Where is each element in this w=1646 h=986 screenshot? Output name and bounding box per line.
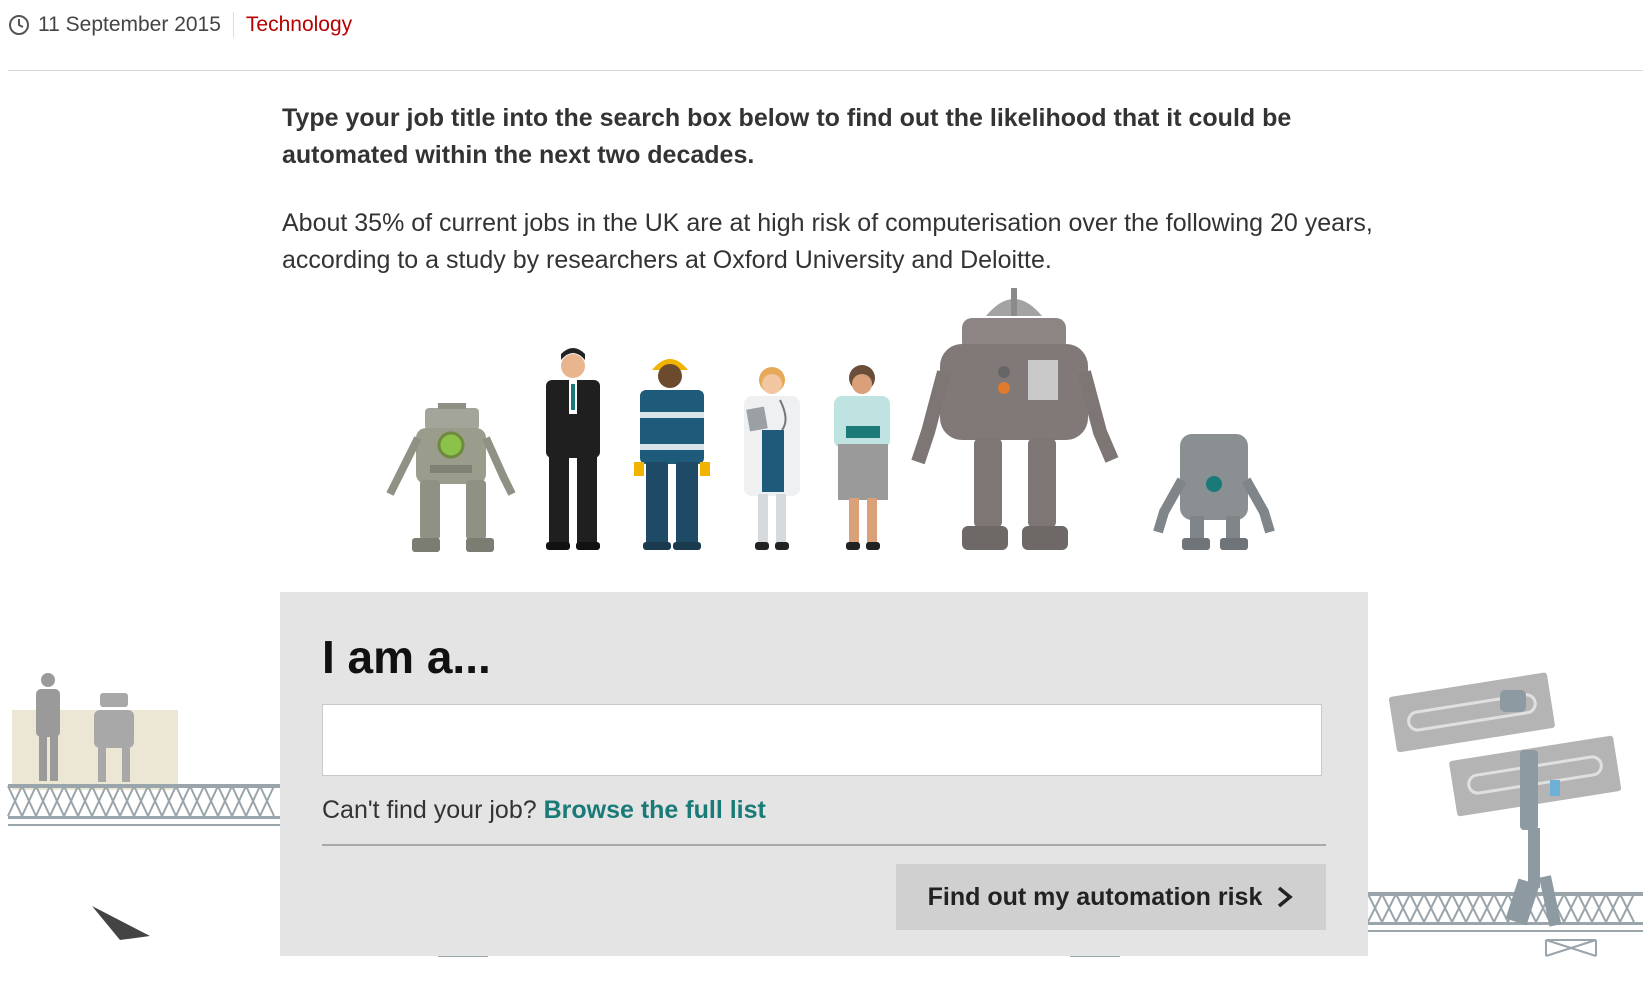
browse-prefix: Can't find your job? <box>322 796 537 824</box>
robot-small <box>1153 434 1275 550</box>
robot-large <box>911 288 1119 550</box>
robot-left <box>386 403 516 552</box>
form-divider <box>322 844 1326 846</box>
category-link[interactable]: Technology <box>246 13 352 37</box>
meta-separator <box>232 12 234 38</box>
header-divider <box>8 70 1643 71</box>
browse-full-list-link[interactable]: Browse the full list <box>544 796 766 824</box>
clock-icon <box>9 15 29 35</box>
intro-text: Type your job title into the search box … <box>282 104 1292 169</box>
right-platform <box>1367 672 1643 932</box>
doctor <box>744 367 800 550</box>
businessman <box>546 348 600 550</box>
article-date: 11 September 2015 <box>38 13 221 36</box>
browse-line: Can't find your job? Browse the full lis… <box>322 796 766 825</box>
job-search-panel: I am a... Can't find your job? Browse th… <box>280 592 1368 956</box>
body-text: About 35% of current jobs in the UK are … <box>282 209 1373 274</box>
left-platform <box>7 673 280 826</box>
construction-worker <box>634 359 710 550</box>
submit-label: Find out my automation risk <box>927 882 1263 911</box>
office-worker <box>834 365 890 550</box>
form-heading: I am a... <box>322 631 491 683</box>
chevron-right-icon <box>1278 886 1294 908</box>
find-automation-risk-button[interactable]: Find out my automation risk <box>896 864 1326 930</box>
article-meta: 11 September 2015 Technology <box>8 12 352 38</box>
job-title-input[interactable] <box>322 704 1322 776</box>
